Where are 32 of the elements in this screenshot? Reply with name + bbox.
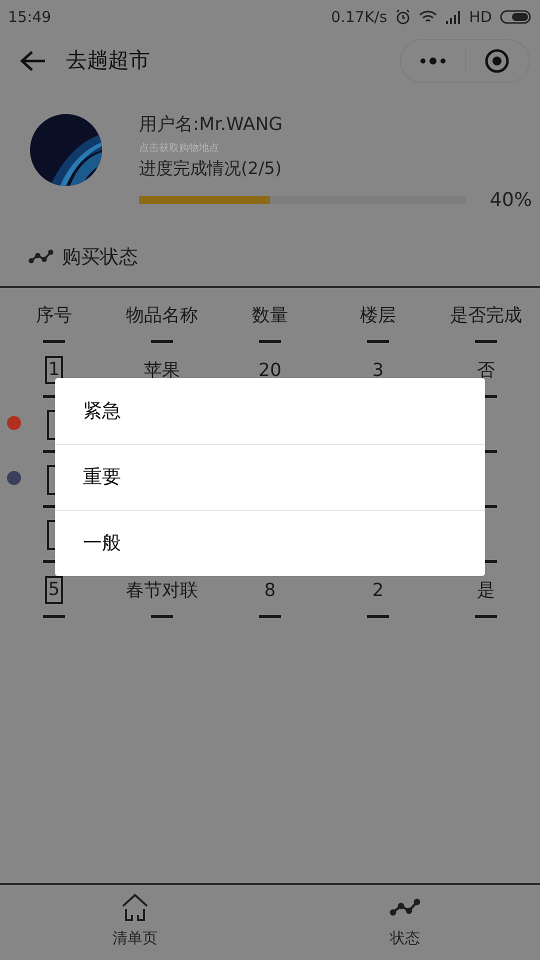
more-icon[interactable] — [420, 57, 446, 65]
progress-percent: 40% — [490, 188, 532, 213]
battery-icon — [500, 10, 532, 24]
line-chart-icon — [28, 249, 54, 265]
menu-item[interactable]: 重要 — [55, 444, 485, 510]
section-title: 购买状态 — [62, 244, 138, 270]
column-header: 数量 — [252, 304, 288, 328]
back-arrow-icon[interactable] — [20, 50, 46, 72]
network-speed: 0.17K/s — [331, 6, 388, 28]
row-number: 5 — [45, 576, 63, 604]
column-header: 是否完成 — [450, 304, 522, 328]
page-title: 去趟超市 — [66, 47, 150, 74]
alarm-icon — [395, 9, 412, 25]
tab-bar-item[interactable]: 状态 — [270, 885, 540, 960]
table-cell-text: 2 — [372, 578, 384, 602]
username: 用户名:Mr.WANG — [139, 114, 284, 136]
tab-bar-item[interactable]: 清单页 — [0, 885, 270, 960]
column-header: 序号 — [36, 304, 72, 328]
column-header: 楼层 — [360, 304, 396, 328]
status-time: 15:49 — [8, 6, 52, 28]
menu-item[interactable]: 一般 — [55, 510, 485, 576]
close-target-icon[interactable] — [484, 48, 510, 74]
home-icon — [120, 893, 150, 923]
table-cell-text: 8 — [264, 578, 276, 602]
wifi-icon — [419, 10, 438, 24]
column-header: 物品名称 — [126, 304, 198, 328]
table-cell-text: 春节对联 — [126, 578, 198, 602]
table-cell-text: 是 — [477, 578, 495, 602]
line-chart-icon — [389, 898, 421, 918]
signal-icon — [445, 10, 462, 24]
progress-label: 进度完成情况(2/5) — [139, 158, 283, 180]
network-type: HD — [469, 6, 492, 28]
